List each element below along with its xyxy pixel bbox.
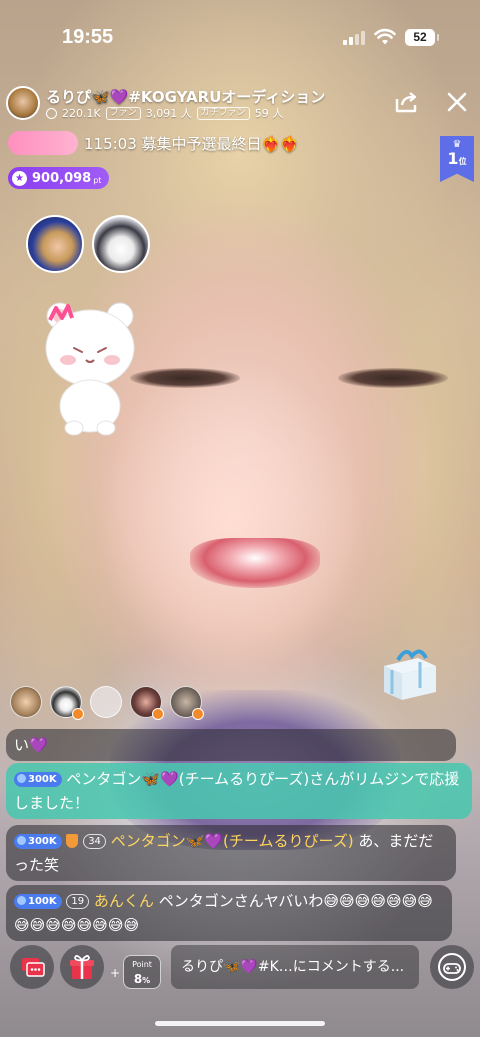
event-progress-bar[interactable]	[8, 131, 78, 155]
point-unit: %	[142, 976, 151, 985]
video-mouth	[190, 538, 320, 588]
video-eye-right	[338, 368, 448, 388]
top-viewer-avatar-1[interactable]	[26, 215, 84, 273]
viewer-badge-dot	[152, 708, 164, 720]
viewer-avatar[interactable]	[90, 686, 122, 718]
game-button[interactable]	[430, 945, 474, 989]
home-indicator[interactable]	[155, 1021, 325, 1026]
diamond-icon	[17, 774, 26, 783]
chat-message[interactable]: い💜	[6, 729, 456, 761]
battery-icon: 52	[405, 29, 439, 46]
rank-number-badge: 34	[83, 834, 106, 849]
chat-icon	[22, 958, 45, 977]
level-badge: 300K	[14, 772, 62, 787]
point-indicator[interactable]: Point 8%	[123, 955, 161, 989]
viewer-badge-dot	[72, 708, 84, 720]
gift-box-sticker[interactable]	[378, 644, 442, 702]
event-countdown[interactable]: 115:03 募集中予選最終日❤️‍🔥❤️‍🔥	[84, 133, 299, 154]
point-value: 8	[133, 972, 143, 986]
gift-icon	[70, 955, 94, 979]
level-badge: 300K	[14, 834, 62, 849]
status-bar: 19:55 52	[0, 0, 480, 76]
points-value: 900,098	[32, 170, 92, 186]
status-time: 19:55	[62, 26, 114, 48]
video-eye-left	[130, 368, 240, 388]
viewer-avatar[interactable]	[50, 686, 84, 720]
gachi-fan-count: 59 人	[254, 107, 284, 120]
stats-row: 220.1K ファン 3,091 人 ガチファン 59 人	[46, 105, 283, 121]
level-badge: 100K	[14, 894, 62, 909]
follower-count: 220.1K	[62, 106, 101, 120]
follower-icon	[46, 107, 57, 119]
stream-title[interactable]: るりぴ🦋💜#KOGYARUオーディション	[46, 86, 325, 107]
fan-tag: ファン	[105, 106, 141, 120]
viewer-badge-dot	[192, 708, 204, 720]
chat-message[interactable]: 300K 34 ペンタゴン🦋💜(チームるりぴーズ) あ、まだだった笑	[6, 825, 456, 881]
diamond-icon	[17, 836, 26, 845]
shield-icon	[66, 834, 79, 848]
chat-text: い💜	[14, 736, 48, 754]
gift-button[interactable]	[60, 945, 104, 989]
share-icon[interactable]	[394, 90, 420, 114]
chat-username[interactable]: ペンタゴン🦋💜(チームるりぴーズ)	[111, 832, 354, 850]
gamepad-icon	[438, 953, 466, 981]
points-unit: pt	[93, 175, 102, 185]
chat-system-text: ペンタゴン🦋💜(チームるりぴーズ)さんがリムジンで応援しました！	[14, 770, 460, 812]
streamer-avatar[interactable]	[6, 86, 40, 120]
top-viewer-avatar-2[interactable]	[92, 215, 150, 273]
chat-message[interactable]: 100K 19 あんくん ペンタゴンさんヤバいわ😅😅😅😅😅😅😅😅😅😅😅😅😅😅😅	[6, 885, 452, 941]
comment-input[interactable]: るりぴ🦋💜#K…にコメントする...	[171, 945, 419, 989]
gachi-fan-tag: ガチファン	[196, 106, 250, 120]
point-label: Point	[132, 960, 152, 969]
rank-number: 1	[447, 149, 459, 168]
wifi-icon	[374, 28, 396, 45]
close-icon[interactable]	[444, 89, 470, 115]
viewer-row	[10, 686, 204, 720]
rank-number-badge: 19	[66, 894, 90, 909]
chat-message-highlight[interactable]: 300K ペンタゴン🦋💜(チームるりぴーズ)さんがリムジンで応援しました！	[6, 763, 472, 819]
viewer-avatar[interactable]	[10, 686, 42, 718]
rank-suffix: 位	[458, 157, 467, 166]
plus-label: +	[110, 966, 121, 980]
chat-button[interactable]	[10, 945, 54, 989]
viewer-avatar[interactable]	[130, 686, 164, 720]
signal-icon	[343, 31, 367, 45]
chat-username[interactable]: あんくん	[94, 892, 154, 910]
stream-video[interactable]	[0, 0, 480, 1037]
points-pill[interactable]: ★ 900,098 pt	[8, 167, 110, 189]
star-icon: ★	[12, 170, 27, 186]
diamond-icon	[17, 896, 26, 905]
viewer-avatar[interactable]	[170, 686, 204, 720]
bear-sticker	[45, 302, 135, 436]
fan-count: 3,091 人	[145, 107, 192, 120]
